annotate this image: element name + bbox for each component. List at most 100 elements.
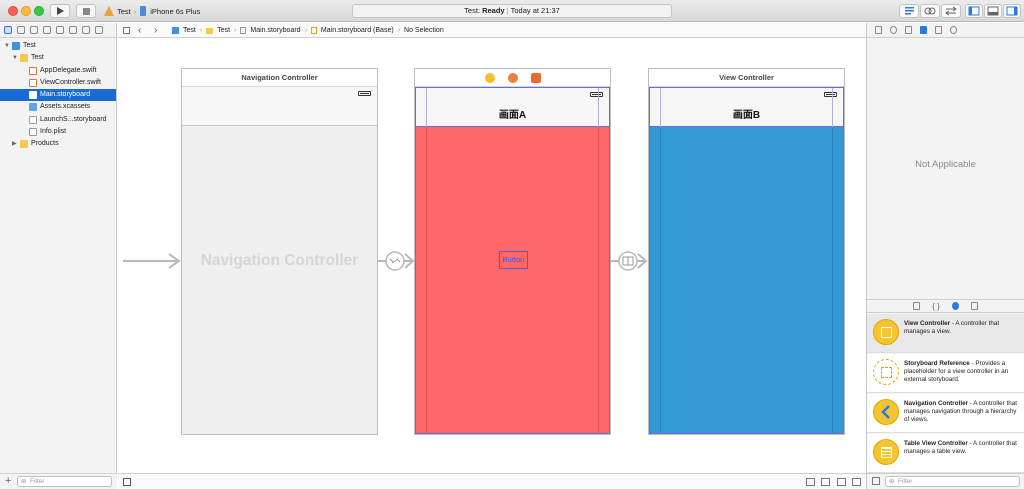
issue-navigator-tab-icon[interactable] (43, 26, 51, 34)
navigation-bar[interactable]: 画面A (416, 88, 609, 127)
show-segue[interactable] (611, 248, 648, 274)
status-project: Test: (464, 6, 480, 15)
file-template-library-icon[interactable] (913, 302, 921, 310)
navigation-title[interactable]: 画面B (650, 106, 843, 121)
view-controller-scene-a[interactable]: 画面A Button (414, 68, 611, 435)
tree-item-label: LaunchS...storyboard (40, 115, 107, 123)
tree-item-file[interactable]: ViewController.swift (0, 77, 116, 89)
report-navigator-tab-icon[interactable] (95, 26, 103, 34)
bottom-panel-icon (987, 6, 999, 16)
zoom-window-button[interactable] (34, 6, 44, 16)
exit-icon[interactable] (531, 73, 541, 83)
storyboard-canvas[interactable]: Navigation Controller Navigation Control… (118, 39, 866, 473)
tree-item-file-selected[interactable]: Main.storyboard (0, 89, 116, 102)
scene-title[interactable]: Navigation Controller (182, 69, 377, 87)
align-icon[interactable] (821, 478, 830, 486)
close-window-button[interactable] (8, 6, 18, 16)
device-name[interactable]: iPhone 6s Plus (150, 7, 200, 16)
tree-item-file[interactable]: LaunchS...storyboard (0, 114, 116, 126)
object-library-icon[interactable] (951, 302, 959, 310)
view-controller-scene-b[interactable]: View Controller 画面B (648, 68, 845, 435)
version-editor-button[interactable] (941, 4, 961, 18)
size-inspector-icon[interactable] (935, 26, 942, 34)
navigation-title[interactable]: 画面A (416, 106, 609, 121)
assistant-editor-button[interactable] (920, 4, 940, 18)
disclosure-open-icon[interactable]: ▼ (4, 40, 10, 52)
scheme-selector[interactable]: Test › iPhone 6s Plus (104, 5, 200, 17)
code-snippet-library-icon[interactable]: { } (932, 302, 940, 311)
breadcrumb-item[interactable]: Main.storyboard (Base) (321, 23, 394, 38)
minimize-window-button[interactable] (21, 6, 31, 16)
test-navigator-tab-icon[interactable] (56, 26, 64, 34)
library-item-table-view-controller[interactable]: Table View Controller - A controller tha… (867, 434, 1024, 473)
scene-a-button[interactable]: Button (499, 251, 528, 269)
library-item-storyboard-reference[interactable]: Storyboard Reference - Provides a placeh… (867, 354, 1024, 393)
navigator-tabs (0, 23, 116, 38)
tree-item-label: Products (31, 140, 59, 148)
breadcrumb-item[interactable]: Test (183, 23, 196, 38)
storyboard-base-icon (310, 27, 317, 34)
navigation-controller-scene[interactable]: Navigation Controller Navigation Control… (181, 68, 378, 435)
tree-item-project[interactable]: ▼ Test (0, 40, 116, 52)
tree-item-file[interactable]: Info.plist (0, 126, 116, 138)
scene-title[interactable]: View Controller (649, 69, 844, 87)
stop-button[interactable] (76, 4, 96, 18)
tree-item-file[interactable]: Assets.xcassets (0, 101, 116, 113)
storyboard-file-icon (29, 91, 37, 100)
stack-icon[interactable] (806, 478, 815, 486)
resolve-issues-icon[interactable] (852, 478, 861, 486)
quick-help-icon[interactable] (890, 26, 897, 34)
library-item-navigation-controller[interactable]: Navigation Controller - A controller tha… (867, 394, 1024, 433)
library-item-view-controller[interactable]: View Controller - A controller that mana… (867, 314, 1024, 353)
back-arrow-icon[interactable]: ‹ (138, 23, 141, 38)
root-view-controller-segue[interactable] (378, 248, 415, 274)
breadcrumb: Test › Test › Main.storyboard › Main.sto… (172, 23, 444, 38)
navigation-controller-icon (873, 399, 899, 425)
standard-editor-button[interactable] (899, 4, 919, 18)
breadcrumb-item[interactable]: Main.storyboard (250, 23, 300, 38)
breakpoint-navigator-tab-icon[interactable] (82, 26, 90, 34)
view-controller-icon[interactable] (485, 73, 495, 83)
toggle-navigator-button[interactable] (965, 4, 983, 18)
navigation-bar[interactable]: 画面B (650, 88, 843, 127)
first-responder-icon[interactable] (508, 73, 518, 83)
toggle-utilities-button[interactable] (1003, 4, 1021, 18)
app-target-icon (104, 6, 114, 16)
document-outline-toggle-icon[interactable] (123, 478, 131, 486)
pin-icon[interactable] (837, 478, 846, 486)
connections-inspector-icon[interactable] (950, 26, 957, 34)
tree-item-folder[interactable]: ▶ Products (0, 138, 116, 150)
toggle-debug-area-button[interactable] (984, 4, 1002, 18)
scene-a-view[interactable]: Button (416, 127, 609, 433)
breadcrumb-item[interactable]: Test (217, 23, 230, 38)
add-icon[interactable]: + (5, 475, 11, 487)
battery-icon (590, 92, 603, 97)
tree-item-label: Assets.xcassets (40, 103, 91, 111)
filter-placeholder: Filter (898, 478, 913, 485)
library-filter-input[interactable]: ⊜ Filter (885, 476, 1020, 487)
storyboard-reference-icon (873, 359, 899, 385)
project-navigator-tab-icon[interactable] (4, 26, 12, 34)
scene-b-view[interactable] (650, 127, 843, 433)
run-button[interactable] (50, 4, 70, 18)
media-library-icon[interactable] (970, 302, 978, 310)
attributes-inspector-icon[interactable] (920, 26, 927, 34)
find-navigator-tab-icon[interactable] (30, 26, 38, 34)
symbol-navigator-tab-icon[interactable] (17, 26, 25, 34)
navigator-filter-input[interactable]: ⊜ Filter (17, 476, 112, 487)
jump-bar: ‹ › Test › Test › Main.storyboard › Main… (118, 23, 866, 38)
grid-view-icon[interactable] (872, 477, 880, 485)
file-inspector-icon[interactable] (875, 26, 882, 34)
disclosure-open-icon[interactable]: ▼ (12, 52, 18, 64)
storyboard-file-icon (240, 27, 247, 34)
tree-item-file[interactable]: AppDelegate.swift (0, 65, 116, 77)
breadcrumb-item[interactable]: No Selection (404, 23, 444, 38)
forward-arrow-icon[interactable]: › (154, 23, 157, 38)
identity-inspector-icon[interactable] (905, 26, 912, 34)
right-panel-icon (1006, 6, 1018, 16)
tree-item-folder[interactable]: ▼ Test (0, 52, 116, 64)
disclosure-closed-icon[interactable]: ▶ (12, 138, 17, 150)
debug-navigator-tab-icon[interactable] (69, 26, 77, 34)
entry-point-arrow[interactable] (123, 253, 183, 269)
related-items-icon[interactable] (123, 27, 130, 34)
